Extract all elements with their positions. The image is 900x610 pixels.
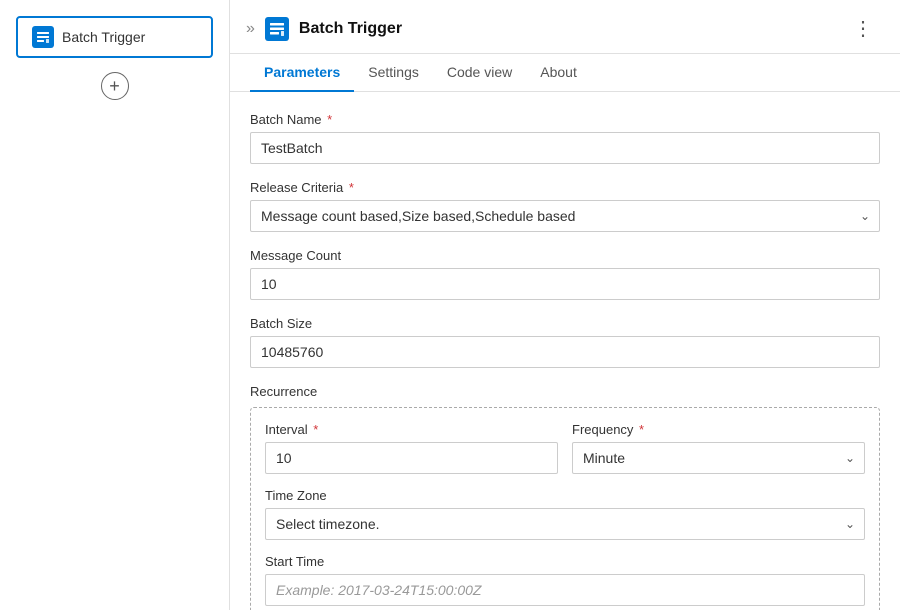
- form-content: Batch Name * Release Criteria * Message …: [230, 92, 900, 610]
- interval-label: Interval *: [265, 422, 558, 437]
- batch-trigger-label: Batch Trigger: [62, 29, 145, 45]
- timezone-select[interactable]: Select timezone.: [265, 508, 865, 540]
- tab-about[interactable]: About: [526, 54, 591, 92]
- release-criteria-required-star: *: [345, 180, 354, 195]
- tab-parameters[interactable]: Parameters: [250, 54, 354, 92]
- start-time-label: Start Time: [265, 554, 865, 569]
- release-criteria-select-wrapper: Message count based,Size based,Schedule …: [250, 200, 880, 232]
- message-count-label: Message Count: [250, 248, 880, 263]
- timezone-select-wrapper: Select timezone. ⌄: [265, 508, 865, 540]
- message-count-group: Message Count: [250, 248, 880, 300]
- interval-input[interactable]: [265, 442, 558, 474]
- tab-settings[interactable]: Settings: [354, 54, 433, 92]
- interval-required-star: *: [310, 422, 319, 437]
- release-criteria-select[interactable]: Message count based,Size based,Schedule …: [250, 200, 880, 232]
- batch-name-required-star: *: [324, 112, 333, 127]
- add-step-button[interactable]: +: [101, 72, 129, 100]
- frequency-required-star: *: [635, 422, 644, 437]
- header-trigger-icon: [265, 17, 289, 41]
- batch-trigger-icon: [32, 26, 54, 48]
- recurrence-section-label: Recurrence: [250, 384, 880, 399]
- plus-icon: +: [109, 76, 120, 97]
- interval-frequency-row: Interval * Frequency * Minute Hour D: [265, 422, 865, 474]
- recurrence-group: Recurrence Interval * Frequency *: [250, 384, 880, 610]
- right-panel: » Batch Trigger ⋮ Parameters Settings Co…: [230, 0, 900, 610]
- batch-size-group: Batch Size: [250, 316, 880, 368]
- batch-name-group: Batch Name *: [250, 112, 880, 164]
- frequency-select-wrapper: Minute Hour Day Week Month ⌄: [572, 442, 865, 474]
- batch-size-label: Batch Size: [250, 316, 880, 331]
- tab-code-view[interactable]: Code view: [433, 54, 526, 92]
- release-criteria-group: Release Criteria * Message count based,S…: [250, 180, 880, 232]
- breadcrumb-chevron-icon: »: [246, 20, 255, 38]
- start-time-group: Start Time: [265, 554, 865, 606]
- panel-header: » Batch Trigger ⋮: [230, 0, 900, 54]
- message-count-input[interactable]: [250, 268, 880, 300]
- recurrence-box: Interval * Frequency * Minute Hour D: [250, 407, 880, 610]
- timezone-label: Time Zone: [265, 488, 865, 503]
- left-panel: Batch Trigger +: [0, 0, 230, 610]
- release-criteria-label: Release Criteria *: [250, 180, 880, 195]
- batch-trigger-button[interactable]: Batch Trigger: [16, 16, 213, 58]
- frequency-select[interactable]: Minute Hour Day Week Month: [572, 442, 865, 474]
- frequency-col: Frequency * Minute Hour Day Week Month ⌄: [572, 422, 865, 474]
- batch-size-input[interactable]: [250, 336, 880, 368]
- frequency-label: Frequency *: [572, 422, 865, 437]
- start-time-input[interactable]: [265, 574, 865, 606]
- more-options-button[interactable]: ⋮: [847, 14, 880, 43]
- tabs-bar: Parameters Settings Code view About: [230, 54, 900, 92]
- timezone-group: Time Zone Select timezone. ⌄: [265, 488, 865, 540]
- interval-col: Interval *: [265, 422, 558, 474]
- batch-name-input[interactable]: [250, 132, 880, 164]
- batch-name-label: Batch Name *: [250, 112, 880, 127]
- panel-title: Batch Trigger: [299, 20, 837, 38]
